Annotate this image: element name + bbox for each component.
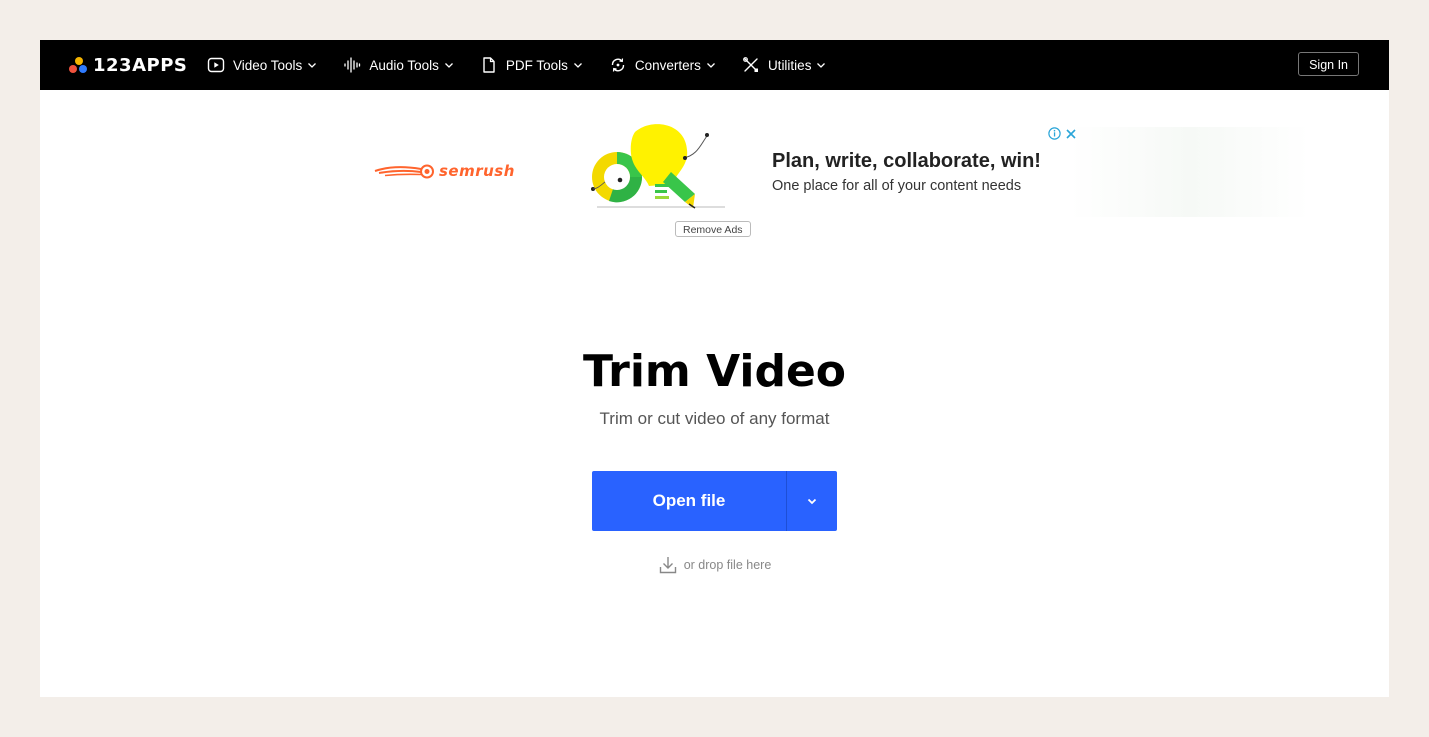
- document-icon: [483, 57, 495, 73]
- semrush-logo: semrush: [373, 162, 515, 180]
- open-file-options-button[interactable]: [786, 471, 837, 531]
- ad-title: Plan, write, collaborate, win!: [772, 150, 1041, 172]
- ad-banner[interactable]: semrush Plan, write, collaborate, win! O…: [365, 122, 1310, 222]
- play-icon: [207, 57, 225, 73]
- convert-icon: [611, 58, 625, 72]
- logo[interactable]: 123APPS: [69, 54, 187, 76]
- menu-audio-tools[interactable]: Audio Tools: [343, 40, 454, 90]
- logo-dots-icon: [69, 55, 89, 75]
- chevron-down-icon: [573, 63, 582, 68]
- menu-pdf-tools-label: PDF Tools: [505, 57, 568, 73]
- drop-zone-hint: or drop file here: [40, 555, 1389, 575]
- open-file-button[interactable]: Open file: [592, 471, 786, 531]
- logo-text: 123APPS: [93, 54, 188, 76]
- ad-choices[interactable]: [1048, 127, 1077, 140]
- lightbulb-illustration-icon: [591, 124, 725, 209]
- chevron-down-icon: [444, 63, 453, 68]
- main-menu: Video Tools Audio Tools PDF Tools Conver…: [207, 40, 852, 90]
- close-icon[interactable]: [1065, 128, 1077, 140]
- menu-utilities[interactable]: Utilities: [742, 40, 827, 90]
- download-icon: [659, 557, 676, 574]
- page-subtitle: Trim or cut video of any format: [599, 409, 830, 428]
- chevron-down-icon: [706, 63, 715, 68]
- page-title: Trim Video: [582, 346, 847, 397]
- chevron-down-icon: [308, 63, 317, 68]
- menu-pdf-tools[interactable]: PDF Tools: [480, 40, 583, 90]
- open-file-split-button: Open file: [592, 471, 837, 531]
- menu-converters-label: Converters: [634, 57, 701, 73]
- menu-video-tools[interactable]: Video Tools: [207, 40, 317, 90]
- tools-icon: [743, 57, 758, 72]
- menu-utilities-label: Utilities: [767, 57, 812, 73]
- sign-in-button[interactable]: Sign In: [1298, 52, 1359, 76]
- waveform-icon: [344, 57, 361, 73]
- menu-converters[interactable]: Converters: [609, 40, 716, 90]
- info-icon[interactable]: [1048, 127, 1061, 140]
- chevron-down-icon: [807, 498, 817, 505]
- menu-video-tools-label: Video Tools: [233, 57, 303, 73]
- ad-subtitle: One place for all of your content needs: [772, 178, 1022, 194]
- menu-audio-tools-label: Audio Tools: [369, 57, 439, 73]
- chevron-down-icon: [817, 63, 826, 68]
- semrush-flame-icon: [374, 164, 434, 179]
- top-nav: 123APPS Video Tools Audio Tools PDF Tool…: [40, 40, 1389, 90]
- drop-hint-text: or drop file here: [683, 558, 772, 572]
- remove-ads-button[interactable]: Remove Ads: [675, 221, 751, 237]
- semrush-wordmark: semrush: [439, 162, 515, 180]
- ad-fade: [1070, 127, 1310, 217]
- page-frame: 123APPS Video Tools Audio Tools PDF Tool…: [40, 40, 1389, 697]
